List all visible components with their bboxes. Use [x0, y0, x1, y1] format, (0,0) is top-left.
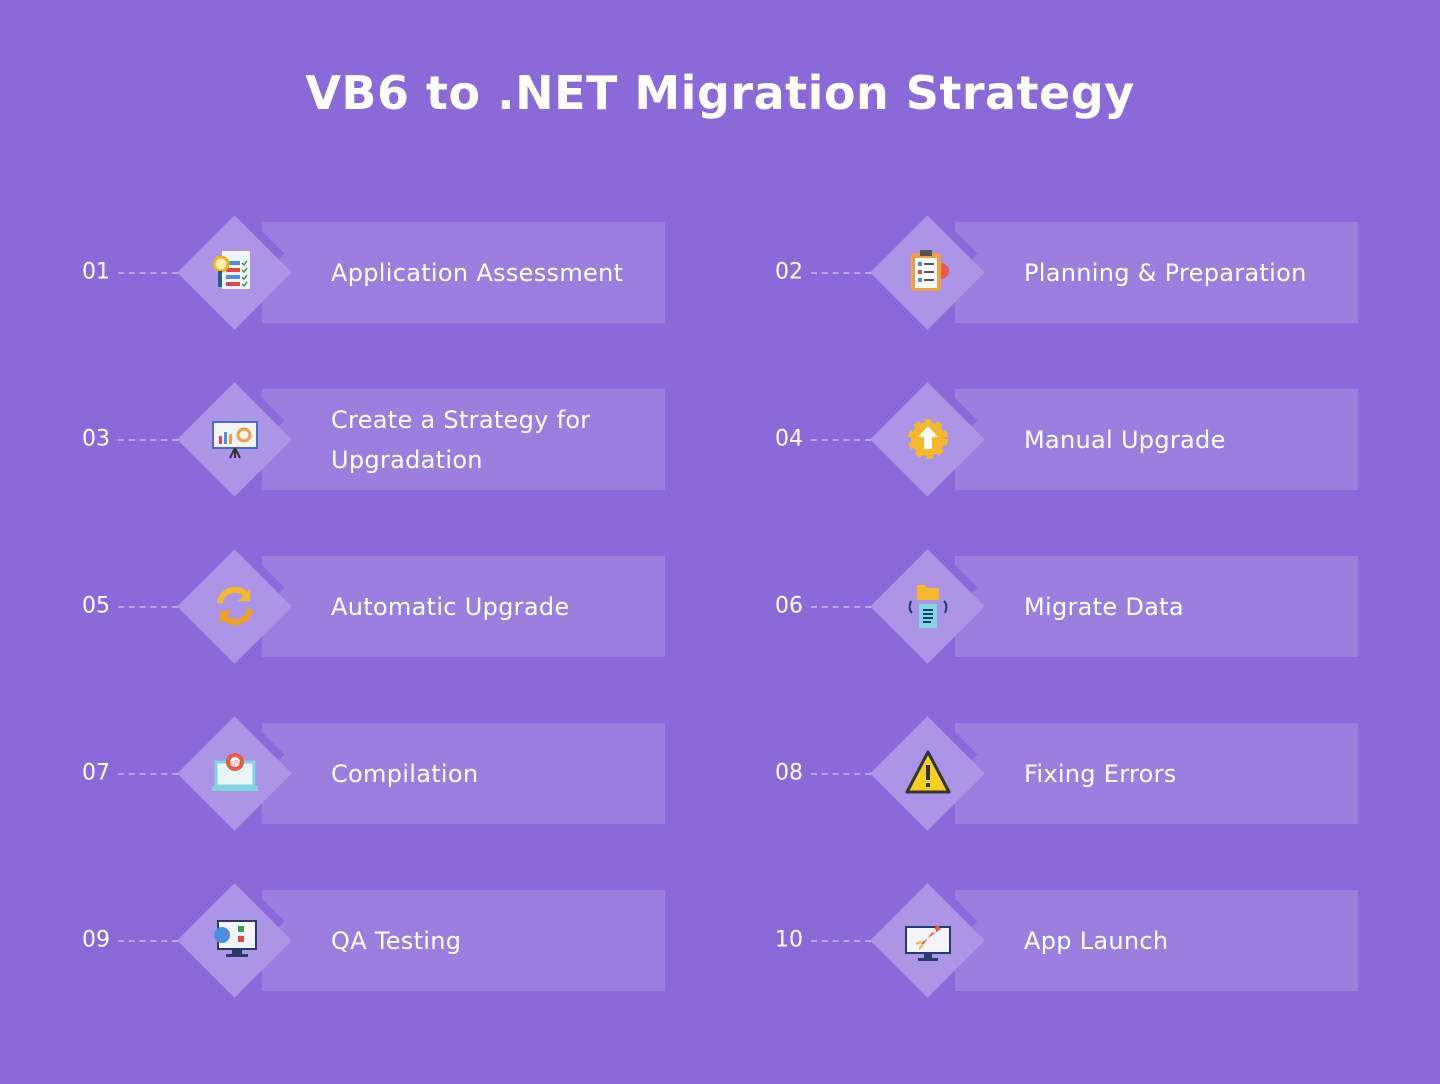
step-01: 01 Application Assessment	[82, 183, 702, 337]
dashed-connector	[118, 272, 178, 274]
step-05: 05 Automatic Upgrade	[82, 517, 702, 671]
step-07: 07 </> Compilation	[82, 684, 702, 838]
presentation-board-icon	[212, 421, 258, 459]
step-number: 07	[82, 760, 110, 786]
step-number: 06	[775, 593, 803, 619]
step-label-text: Automatic Upgrade	[331, 592, 570, 621]
step-03: 03 Create a Strategy for Upgradation	[82, 350, 702, 504]
step-label: Automatic Upgrade	[331, 556, 651, 657]
dashed-connector	[811, 272, 871, 274]
step-label-text: Planning & Preparation	[1024, 258, 1307, 287]
step-number: 04	[775, 426, 803, 452]
dashed-connector	[118, 606, 178, 608]
monitor-rocket-icon	[905, 925, 951, 961]
laptop-code-icon: </>	[212, 753, 258, 791]
dashed-connector	[118, 940, 178, 942]
step-label: App Launch	[1024, 890, 1344, 991]
dashed-connector	[811, 439, 871, 441]
dashed-connector	[118, 439, 178, 441]
step-label: Fixing Errors	[1024, 723, 1344, 824]
step-label: Manual Upgrade	[1024, 389, 1344, 490]
dashed-connector	[811, 940, 871, 942]
step-label-text: Create a Strategy for Upgradation	[331, 405, 591, 474]
step-number: 02	[775, 259, 803, 285]
step-label-text: Manual Upgrade	[1024, 425, 1226, 454]
step-label: Planning & Preparation	[1024, 222, 1344, 323]
step-04: 04 Manual Upgrade	[775, 350, 1395, 504]
clipboard-gear-icon	[911, 250, 949, 291]
folder-transfer-icon	[908, 585, 948, 628]
step-label-text: QA Testing	[331, 926, 462, 955]
checklist-magnifier-icon	[212, 251, 250, 289]
dashed-connector	[811, 773, 871, 775]
step-label: Compilation	[331, 723, 651, 824]
gear-upload-icon	[908, 419, 948, 459]
refresh-arrows-icon	[217, 586, 253, 626]
dashed-connector	[811, 606, 871, 608]
page-title: VB6 to .NET Migration Strategy	[305, 66, 1135, 120]
step-label: QA Testing	[331, 890, 651, 991]
svg-text:</>: </>	[228, 759, 242, 767]
step-number: 03	[82, 426, 110, 452]
step-09: 09 QA Testing	[82, 851, 702, 1005]
step-label: Application Assessment	[331, 222, 651, 323]
step-06: 06 Migrate Data	[775, 517, 1395, 671]
step-number: 08	[775, 760, 803, 786]
monitor-testing-icon	[214, 920, 257, 957]
warning-icon	[905, 750, 951, 794]
step-02: 02 Planning & Preparation	[775, 183, 1395, 337]
step-number: 09	[82, 927, 110, 953]
step-label: Migrate Data	[1024, 556, 1344, 657]
step-label-text: Application Assessment	[331, 258, 624, 287]
step-label: Create a Strategy for Upgradation	[331, 389, 651, 490]
step-08: 08 Fixing Errors	[775, 684, 1395, 838]
step-label-text: Migrate Data	[1024, 592, 1184, 621]
step-number: 10	[775, 927, 803, 953]
step-label-text: App Launch	[1024, 926, 1169, 955]
step-number: 01	[82, 259, 110, 285]
step-number: 05	[82, 593, 110, 619]
step-10: 10 App Launch	[775, 851, 1395, 1005]
dashed-connector	[118, 773, 178, 775]
step-label-text: Fixing Errors	[1024, 759, 1177, 788]
step-label-text: Compilation	[331, 759, 479, 788]
